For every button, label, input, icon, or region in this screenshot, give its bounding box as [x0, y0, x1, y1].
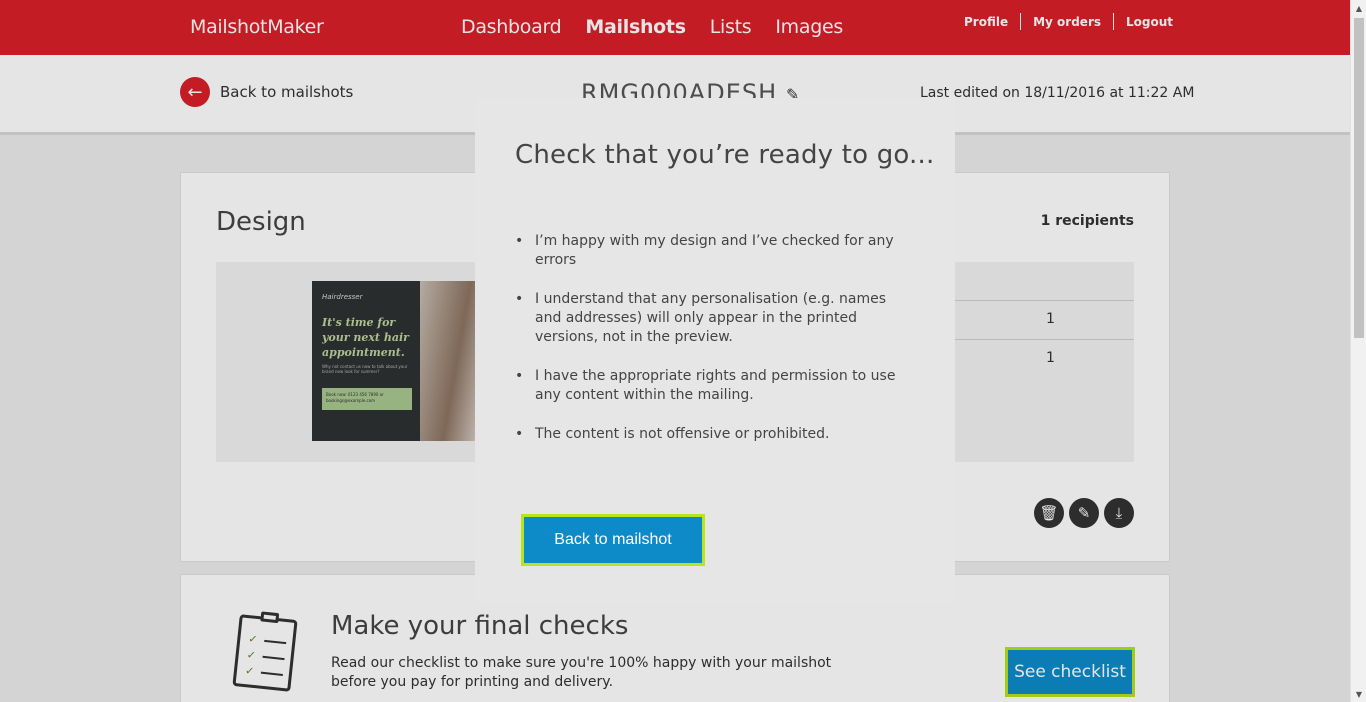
- scroll-up-arrow-icon[interactable]: ▲: [1351, 0, 1366, 16]
- page-scrollbar[interactable]: ▲ ▼: [1350, 0, 1366, 702]
- scrollbar-thumb[interactable]: [1354, 18, 1364, 338]
- modal-title: Check that you’re ready to go...: [515, 140, 935, 170]
- checklist-item: I understand that any personalisation (e…: [515, 290, 915, 347]
- back-to-mailshot-button[interactable]: Back to mailshot: [521, 514, 705, 566]
- ready-check-modal: Check that you’re ready to go... I’m hap…: [475, 98, 955, 604]
- scroll-down-arrow-icon[interactable]: ▼: [1351, 686, 1366, 702]
- checklist-item: I have the appropriate rights and permis…: [515, 367, 915, 405]
- checklist-item: The content is not offensive or prohibit…: [515, 425, 915, 444]
- checklist-item: I’m happy with my design and I’ve checke…: [515, 232, 915, 270]
- modal-checklist: I’m happy with my design and I’ve checke…: [515, 232, 915, 464]
